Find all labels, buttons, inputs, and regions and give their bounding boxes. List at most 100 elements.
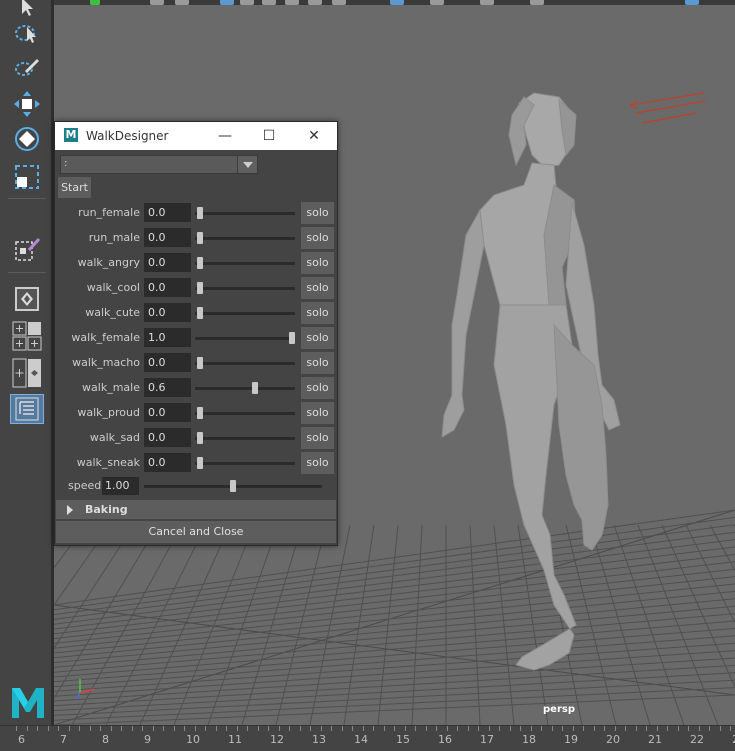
frame-tick — [593, 726, 595, 731]
walk-weight-field[interactable]: 0.0 — [144, 303, 191, 322]
solo-button[interactable]: solo — [301, 452, 334, 474]
character-dropdown[interactable]: : — [60, 155, 258, 174]
walk-weight-slider-handle[interactable] — [197, 357, 203, 369]
solo-button[interactable]: solo — [301, 202, 334, 224]
frame-tick — [26, 726, 28, 731]
solo-button[interactable]: solo — [301, 377, 334, 399]
maximize-button[interactable]: ☐ — [246, 122, 292, 150]
walk-weight-slider-handle[interactable] — [197, 457, 203, 469]
walk-weight-slider-track[interactable] — [195, 287, 295, 290]
walk-weight-slider-track[interactable] — [195, 312, 295, 315]
walk-weight-slider-handle[interactable] — [197, 207, 203, 219]
walk-weight-slider-handle[interactable] — [197, 257, 203, 269]
directional-light-icon[interactable] — [629, 92, 707, 124]
walk-weight-slider-handle[interactable] — [252, 382, 259, 394]
scale-icon[interactable] — [10, 162, 44, 192]
minimize-icon: — — [218, 128, 232, 144]
frame-tick — [247, 726, 248, 731]
speed-slider-handle[interactable] — [230, 480, 236, 492]
frame-tick — [520, 726, 521, 731]
baking-label: Baking — [85, 503, 128, 516]
walk-weight-slider-handle[interactable] — [197, 432, 203, 444]
frame-tick-label: 6 — [18, 733, 25, 746]
solo-button[interactable]: solo — [301, 252, 334, 274]
walk-weight-field[interactable]: 0.0 — [144, 203, 191, 222]
walk-weight-field[interactable]: 0.0 — [144, 353, 191, 372]
frame-tick — [257, 726, 259, 731]
walk-weight-field[interactable]: 1.0 — [144, 328, 191, 347]
move-icon[interactable] — [10, 89, 44, 119]
walk-weight-slider-handle[interactable] — [197, 307, 203, 319]
walk-row: walk_proud 0.0 solo — [55, 402, 337, 424]
frame-tick — [677, 726, 679, 731]
maya-logo-icon — [10, 686, 46, 720]
walk-weight-field[interactable]: 0.0 — [144, 228, 191, 247]
start-button[interactable]: Start — [58, 177, 91, 198]
walk-weight-slider-track[interactable] — [195, 412, 295, 415]
walk-weight-field[interactable]: 0.0 — [144, 453, 191, 472]
frame-tick-label: 9 — [144, 733, 151, 746]
frame-tick — [551, 726, 553, 731]
frame-tick — [583, 726, 584, 731]
frame-tick — [299, 726, 301, 731]
walk-weight-slider-handle[interactable] — [197, 232, 203, 244]
expand-triangle-icon[interactable] — [67, 505, 73, 515]
speed-field[interactable]: 1.00 — [102, 477, 139, 495]
frame-tick — [625, 726, 626, 731]
character-model[interactable] — [441, 92, 622, 671]
walk-weight-field[interactable]: 0.0 — [144, 403, 191, 422]
walk-weight-slider-track[interactable] — [195, 262, 295, 265]
frame-tick — [320, 726, 322, 731]
frame-tick — [530, 726, 532, 731]
walk-label: walk_cute — [85, 306, 140, 319]
frame-tick — [163, 726, 164, 731]
frame-tick — [121, 726, 122, 731]
frame-tick — [446, 726, 448, 731]
walk-weight-field[interactable]: 0.0 — [144, 253, 191, 272]
chevron-down-icon[interactable] — [237, 156, 257, 173]
walk-weight-slider-handle[interactable] — [197, 407, 203, 419]
rotate-icon[interactable] — [10, 124, 44, 154]
close-button[interactable]: ✕ — [291, 122, 337, 150]
time-slider[interactable]: 67891011121314151617181920212223 — [0, 725, 735, 751]
show-manipulator-icon[interactable] — [10, 235, 44, 265]
walk-weight-slider-handle[interactable] — [197, 282, 203, 294]
layout-two-icon[interactable] — [10, 358, 44, 388]
frame-tick-label: 20 — [606, 733, 620, 746]
walk-weight-field[interactable]: 0.6 — [144, 378, 191, 397]
frame-tick — [394, 726, 395, 731]
minimize-button[interactable]: — — [202, 122, 248, 150]
layout-single-icon[interactable] — [10, 284, 44, 314]
walk-weight-field[interactable]: 0.0 — [144, 428, 191, 447]
outliner-layout-icon[interactable] — [10, 394, 44, 424]
walk-weight-slider-track[interactable] — [195, 437, 295, 440]
walk-weight-field[interactable]: 0.0 — [144, 278, 191, 297]
solo-button[interactable]: solo — [301, 227, 334, 249]
frame-tick — [646, 726, 647, 731]
walk-label: walk_proud — [77, 406, 140, 419]
solo-button[interactable]: solo — [301, 427, 334, 449]
frame-tick — [373, 726, 374, 731]
toolbox-separator — [8, 272, 46, 273]
solo-button[interactable]: solo — [301, 302, 334, 324]
solo-button[interactable]: solo — [301, 277, 334, 299]
walk-weight-slider-track[interactable] — [195, 387, 295, 390]
frame-tick — [541, 726, 542, 731]
paint-select-icon[interactable] — [10, 52, 44, 82]
solo-button[interactable]: solo — [301, 327, 334, 349]
walk-weight-slider-track[interactable] — [195, 237, 295, 240]
walk-weight-slider-track[interactable] — [195, 462, 295, 465]
window-titlebar[interactable]: M WalkDesigner — ☐ ✕ — [55, 122, 337, 150]
walk-weight-slider-track[interactable] — [195, 212, 295, 215]
solo-button[interactable]: solo — [301, 402, 334, 424]
walk-weight-slider-track[interactable] — [195, 362, 295, 365]
baking-frame-header[interactable]: Baking — [56, 500, 336, 519]
walk-weight-slider-track[interactable] — [195, 337, 295, 340]
frame-tick-label: 17 — [480, 733, 494, 746]
walk-weight-slider-handle[interactable] — [289, 332, 295, 344]
lasso-select-icon[interactable] — [10, 18, 44, 48]
solo-button[interactable]: solo — [301, 352, 334, 374]
layout-four-icon[interactable] — [10, 321, 44, 351]
frame-tick — [509, 726, 511, 731]
cancel-and-close-button[interactable]: Cancel and Close — [56, 521, 336, 543]
